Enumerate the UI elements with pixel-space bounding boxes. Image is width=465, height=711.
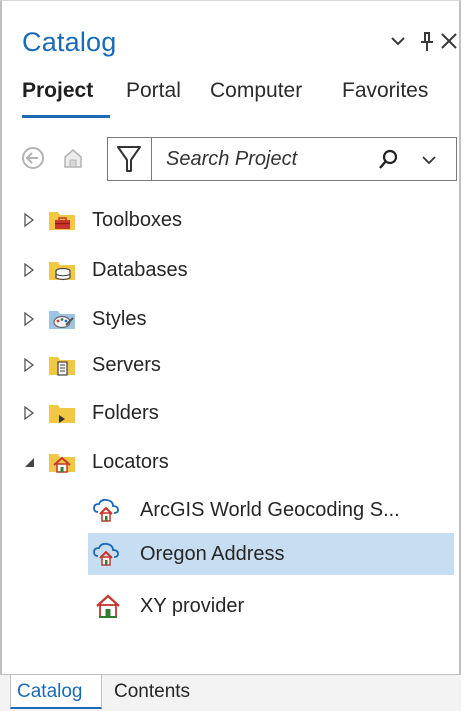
locators-folder-icon bbox=[48, 449, 76, 475]
tree-item-label: Databases bbox=[92, 259, 188, 281]
tree-item-xy-provider[interactable]: XY provider bbox=[2, 585, 459, 627]
tree-item-label: Locators bbox=[92, 451, 169, 473]
cloud-locator-icon bbox=[92, 541, 120, 567]
search-input[interactable] bbox=[166, 146, 376, 172]
tree-item-servers[interactable]: Servers bbox=[2, 344, 459, 386]
tree-item-locators[interactable]: Locators bbox=[2, 441, 459, 483]
tree-item-label: Styles bbox=[92, 308, 147, 330]
tree-item-styles[interactable]: Styles bbox=[2, 298, 459, 340]
tree-item-oregon-address[interactable]: Oregon Address bbox=[88, 533, 454, 575]
chevron-down-icon bbox=[422, 156, 436, 165]
home-icon bbox=[64, 149, 82, 168]
tree-item-toolboxes[interactable]: Toolboxes bbox=[2, 199, 459, 241]
expand-triangle-icon[interactable] bbox=[22, 357, 36, 373]
database-folder-icon bbox=[48, 257, 76, 283]
tree-item-label: ArcGIS World Geocoding S... bbox=[140, 499, 400, 521]
search-icon bbox=[379, 149, 398, 169]
tree-item-arcgis-world-geocoding[interactable]: ArcGIS World Geocoding S... bbox=[2, 489, 459, 531]
search-button[interactable] bbox=[376, 148, 400, 172]
home-button[interactable] bbox=[60, 143, 86, 173]
close-icon bbox=[441, 33, 457, 49]
catalog-toolbar bbox=[20, 137, 460, 183]
pane-options-button[interactable] bbox=[390, 31, 406, 51]
tree-item-label: Servers bbox=[92, 354, 161, 376]
cloud-locator-icon bbox=[92, 497, 120, 523]
back-arrow-icon bbox=[22, 147, 44, 169]
tree-item-label: Toolboxes bbox=[92, 209, 183, 231]
tree-item-label: Oregon Address bbox=[140, 543, 285, 565]
tree-item-folders[interactable]: Folders bbox=[2, 392, 459, 434]
house-locator-icon bbox=[94, 593, 122, 619]
catalog-pane: Catalog Project Portal Computer Favorite… bbox=[0, 0, 461, 674]
tab-project[interactable]: Project bbox=[22, 79, 93, 103]
pin-icon bbox=[421, 32, 433, 51]
folders-folder-icon bbox=[48, 400, 76, 426]
pane-titlebar: Catalog bbox=[2, 1, 459, 73]
expand-triangle-icon[interactable] bbox=[22, 212, 36, 228]
collapse-triangle-icon[interactable] bbox=[22, 454, 36, 470]
servers-folder-icon bbox=[48, 352, 76, 378]
filter-button[interactable] bbox=[108, 138, 152, 180]
expand-triangle-icon[interactable] bbox=[22, 311, 36, 327]
bottom-tab-catalog[interactable]: Catalog bbox=[10, 675, 102, 709]
chevron-down-icon bbox=[391, 37, 405, 46]
bottom-tab-strip: Catalog Contents bbox=[0, 674, 461, 711]
active-tab-indicator bbox=[22, 115, 110, 118]
toolbox-folder-icon bbox=[48, 207, 76, 233]
expand-triangle-icon[interactable] bbox=[22, 405, 36, 421]
tree-item-label: XY provider bbox=[140, 595, 245, 617]
tab-portal[interactable]: Portal bbox=[126, 79, 181, 103]
tab-computer[interactable]: Computer bbox=[210, 79, 302, 103]
pin-button[interactable] bbox=[420, 31, 434, 53]
bottom-tab-contents[interactable]: Contents bbox=[108, 675, 196, 709]
search-options-dropdown[interactable] bbox=[420, 152, 438, 168]
tab-favorites[interactable]: Favorites bbox=[342, 79, 428, 103]
styles-folder-icon bbox=[48, 306, 76, 332]
pane-title: Catalog bbox=[22, 27, 117, 57]
expand-triangle-icon[interactable] bbox=[22, 262, 36, 278]
filter-icon bbox=[117, 146, 141, 172]
tree-item-label: Folders bbox=[92, 402, 159, 424]
tree-item-databases[interactable]: Databases bbox=[2, 249, 459, 291]
close-button[interactable] bbox=[440, 31, 458, 51]
back-button[interactable] bbox=[20, 143, 46, 173]
search-box bbox=[107, 137, 457, 181]
